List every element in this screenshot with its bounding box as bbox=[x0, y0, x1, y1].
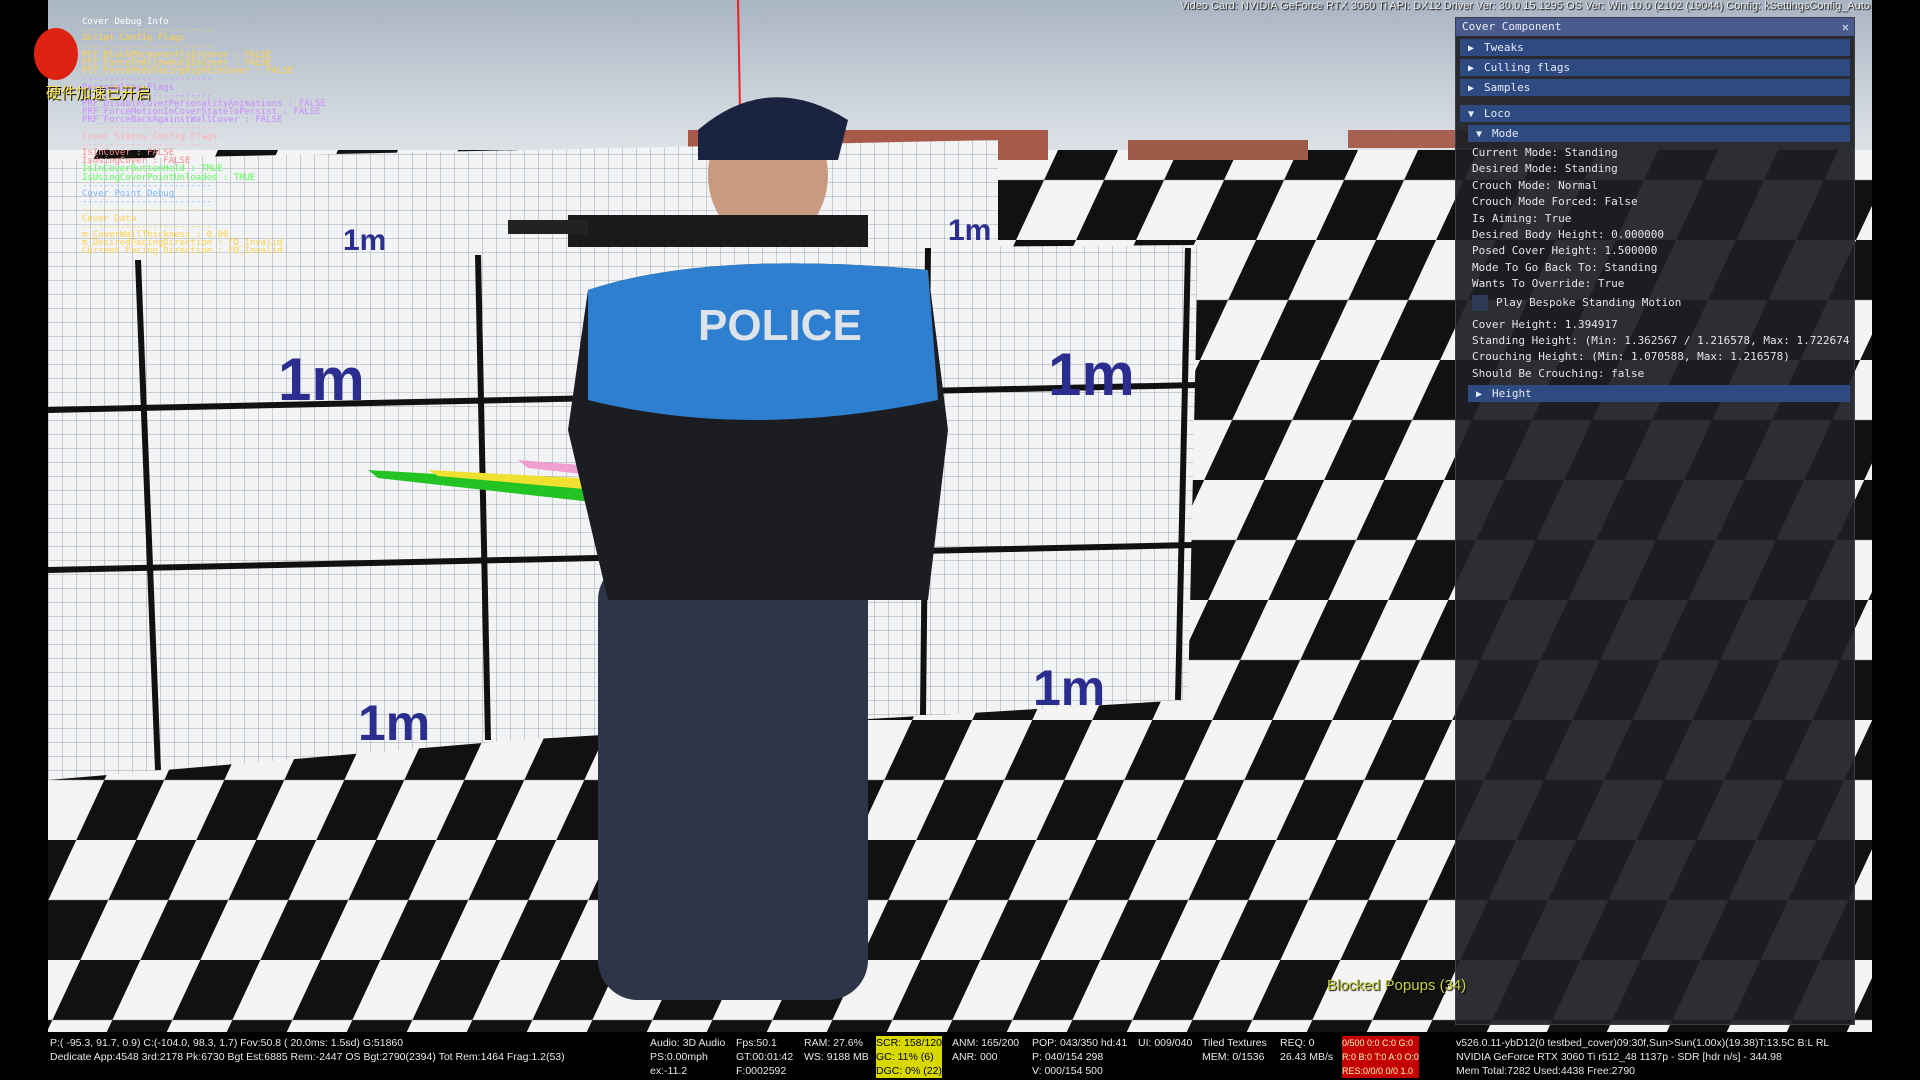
stat-line: 0/500 0:0 C:0 G:0 bbox=[1342, 1038, 1414, 1048]
section-samples[interactable]: ▶ Samples bbox=[1460, 79, 1850, 96]
stat-line: V: 000/154 500 bbox=[1032, 1065, 1103, 1077]
stat-line: MEM: 0/1536 bbox=[1202, 1051, 1265, 1063]
collapsed-arrow-icon: ▶ bbox=[1476, 389, 1483, 401]
meter-label: 1m bbox=[343, 224, 386, 257]
checkbox-box[interactable] bbox=[1472, 294, 1488, 311]
close-icon[interactable]: ✕ bbox=[1842, 18, 1849, 36]
stat-line: Tiled Textures bbox=[1202, 1037, 1267, 1049]
texture-stats: Tiled Textures MEM: 0/1536 bbox=[1202, 1036, 1267, 1064]
panel-value-row: Crouching Height: (Min: 1.070588, Max: 1… bbox=[1472, 350, 1790, 364]
brick-wall bbox=[1128, 140, 1308, 160]
panel-title: Cover Component bbox=[1462, 20, 1562, 33]
section-mode-label: Mode bbox=[1492, 127, 1519, 140]
panel-value-row: Mode To Go Back To: Standing bbox=[1472, 260, 1658, 274]
stat-line: UI: 009/040 bbox=[1138, 1037, 1193, 1049]
audio-stats: Audio: 3D Audio PS:0.00mph ex:-11.2 bbox=[650, 1036, 725, 1078]
stat-line: GT:00:01:42 bbox=[736, 1051, 794, 1063]
anm-stats: ANM: 165/200 ANR: 000 bbox=[952, 1036, 1019, 1064]
collapsed-arrow-icon: ▶ bbox=[1468, 83, 1475, 94]
pop-stats: POP: 043/350 hd:41 P: 040/154 298 V: 000/1… bbox=[1032, 1036, 1127, 1078]
section-loco-label: Loco bbox=[1484, 107, 1511, 120]
meter-label: 1m bbox=[948, 214, 991, 247]
play-bespoke-standing-motion-checkbox[interactable]: Play Bespoke Standing Motion bbox=[1456, 293, 1854, 313]
meter-label: 1m bbox=[278, 346, 365, 413]
stat-line: F:0002592 bbox=[736, 1065, 787, 1077]
stat-line: ex:-11.2 bbox=[650, 1065, 688, 1077]
stat-line: GC: 11% (6) bbox=[876, 1051, 934, 1063]
panel-value-row: Standing Height: (Min: 1.362567 / 1.2165… bbox=[1472, 333, 1850, 347]
checkbox-label: Play Bespoke Standing Motion bbox=[1496, 296, 1682, 310]
panel-titlebar[interactable]: Cover Component ✕ bbox=[1456, 18, 1854, 36]
position-stats: P:( -95.3, 91.7, 0.9) C:(-104.0, 98.3, 1… bbox=[50, 1036, 565, 1064]
stat-line: REQ: 0 bbox=[1280, 1037, 1315, 1049]
stat-line: ANR: 000 bbox=[952, 1051, 998, 1063]
meter-label: 1m bbox=[1048, 341, 1135, 408]
stat-line: PS:0.00mph bbox=[650, 1051, 708, 1063]
cover-debug-overlay: Cover Debug Info ------------------------… bbox=[82, 17, 326, 257]
stat-line: Audio: 3D Audio bbox=[650, 1037, 726, 1049]
scr-stats: SCR: 158/120 GC: 11% (6) DGC: 0% (22) bbox=[876, 1036, 942, 1078]
collapsed-arrow-icon: ▶ bbox=[1468, 63, 1475, 74]
req-stats: REQ: 0 26.43 MB/s bbox=[1280, 1036, 1333, 1064]
stat-line: v526.0.11-ybD12(0 testbed_cover)09:30f,S… bbox=[1456, 1037, 1830, 1049]
section-culling-flags[interactable]: ▶ Culling flags bbox=[1460, 59, 1850, 76]
blocked-popups-counter: Blocked Popups (34) bbox=[1327, 977, 1467, 994]
section-loco[interactable]: ▼ Loco bbox=[1460, 105, 1850, 122]
section-tweaks[interactable]: ▶ Tweaks bbox=[1460, 39, 1850, 56]
stat-line: POP: 043/350 hd:41 bbox=[1032, 1037, 1128, 1049]
panel-value-row: Crouch Mode Forced: False bbox=[1472, 195, 1638, 209]
panel-value-row: Current Mode: Standing bbox=[1472, 146, 1618, 159]
panel-value-row: Posed Cover Height: 1.500000 bbox=[1472, 244, 1658, 258]
panel-value-row: Desired Mode: Standing bbox=[1472, 162, 1618, 176]
section-height-label: Height bbox=[1492, 387, 1532, 401]
panel-value-row: Crouch Mode: Normal bbox=[1472, 178, 1598, 192]
section-mode[interactable]: ▼ Mode bbox=[1468, 125, 1850, 142]
ui-stats: UI: 009/040 bbox=[1138, 1036, 1192, 1050]
stat-line: DGC: 0% (22) bbox=[876, 1065, 942, 1077]
section-culling-flags-label: Culling flags bbox=[1484, 61, 1571, 74]
section-height[interactable]: ▶ Height bbox=[1468, 385, 1850, 403]
ram-stats: RAM: 27.6% WS: 9188 MB bbox=[804, 1036, 869, 1064]
section-tweaks-label: Tweaks bbox=[1484, 41, 1524, 54]
mode-values: Current Mode: Standing Desired Mode: Stan… bbox=[1456, 145, 1854, 293]
expanded-arrow-icon: ▼ bbox=[1476, 129, 1483, 140]
stat-line: RAM: 27.6% bbox=[804, 1037, 863, 1049]
panel-value-row: Desired Body Height: 0.000000 bbox=[1472, 227, 1665, 241]
meter-label: 1m bbox=[1033, 660, 1105, 716]
panel-value-row: Should Be Crouching: false bbox=[1472, 366, 1645, 380]
stat-line: Fps:50.1 bbox=[736, 1037, 777, 1049]
panel-value-row: Wants To Override: True bbox=[1472, 277, 1625, 291]
collapsed-arrow-icon: ▶ bbox=[1468, 43, 1475, 54]
stats-bar: P:( -95.3, 91.7, 0.9) C:(-104.0, 98.3, 1… bbox=[48, 1032, 1872, 1080]
stat-line: NVIDIA GeForce RTX 3060 Ti r512_48 1137p… bbox=[1456, 1051, 1782, 1063]
build-stats: v526.0.11-ybD12(0 testbed_cover)09:30f,S… bbox=[1456, 1036, 1829, 1078]
stat-line: RES:0/0/0 0/0 1.0 bbox=[1342, 1066, 1414, 1076]
grid-wall-left bbox=[48, 250, 518, 780]
stat-line: Mem Total:7282 Used:4438 Free:2790 bbox=[1456, 1065, 1636, 1077]
stat-line: Dedicate App:4548 3rd:2178 Pk:6730 Bgt E… bbox=[50, 1051, 565, 1063]
fps-stats: Fps:50.1 GT:00:01:42 F:0002592 bbox=[736, 1036, 793, 1078]
debug-line: Current Facing Direction : FD_Invalid bbox=[82, 246, 283, 257]
height-values: Cover Height: 1.394917 Standing Height: (… bbox=[1456, 317, 1854, 383]
video-card-info: Video Card: NVIDIA GeForce RTX 3060 Ti A… bbox=[1180, 0, 1870, 12]
stat-line: 26.43 MB/s bbox=[1280, 1051, 1334, 1063]
cover-component-panel[interactable]: Cover Component ✕ ▶ Tweaks ▶ Culling flags… bbox=[1455, 17, 1855, 1025]
jersey-label: POLICE bbox=[698, 301, 862, 350]
section-samples-label: Samples bbox=[1484, 81, 1531, 94]
stat-line: P: 040/154 298 bbox=[1032, 1051, 1104, 1063]
stat-line: R:0 B:0 T:0 A:0 O:0 bbox=[1342, 1052, 1419, 1062]
meter-label: 1m bbox=[358, 695, 430, 751]
panel-value-row: Is Aiming: True bbox=[1472, 211, 1572, 225]
stat-line: P:( -95.3, 91.7, 0.9) C:(-104.0, 98.3, 1… bbox=[50, 1037, 404, 1049]
panel-value-row: Cover Height: 1.394917 bbox=[1472, 317, 1618, 331]
expanded-arrow-icon: ▼ bbox=[1468, 109, 1475, 120]
stat-line: SCR: 158/120 bbox=[876, 1037, 942, 1049]
stat-line: WS: 9188 MB bbox=[804, 1051, 869, 1063]
stat-line: ANM: 165/200 bbox=[952, 1037, 1020, 1049]
resource-stats: 0/500 0:0 C:0 G:0 R:0 B:0 T:0 A:0 O:0 RES:… bbox=[1342, 1036, 1419, 1078]
record-indicator bbox=[34, 28, 78, 80]
